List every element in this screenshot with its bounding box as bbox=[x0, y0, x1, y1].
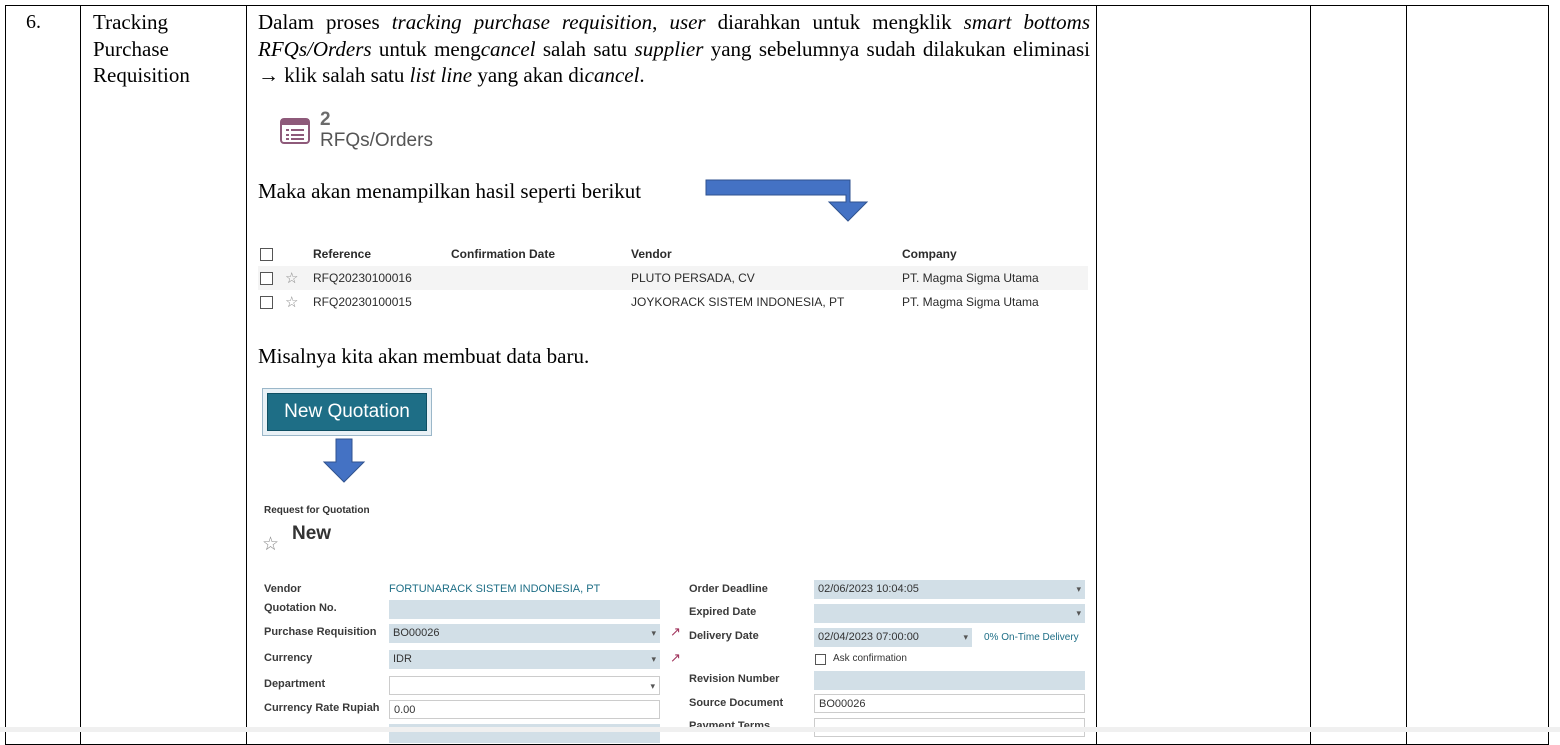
purchase-requisition-select[interactable]: BO00026 ▾ bbox=[389, 624, 660, 643]
vendor-field[interactable]: FORTUNARACK SISTEM INDONESIA, PT bbox=[389, 583, 600, 595]
revision-number-label: Revision Number bbox=[689, 673, 780, 685]
delivery-date-input[interactable]: 02/04/2023 07:00:00 ▾ bbox=[814, 628, 972, 647]
on-time-delivery-link[interactable]: 0% On-Time Delivery bbox=[984, 632, 1079, 643]
delivery-date-label: Delivery Date bbox=[689, 630, 759, 642]
ask-confirmation-checkbox[interactable] bbox=[815, 654, 826, 665]
department-label: Department bbox=[264, 678, 326, 690]
order-deadline-input[interactable]: 02/06/2023 10:04:05 ▾ bbox=[814, 580, 1085, 599]
chevron-down-icon: ▾ bbox=[1076, 584, 1081, 594]
purchase-requisition-label: Purchase Requisition bbox=[264, 626, 377, 638]
chevron-down-icon: ▾ bbox=[651, 654, 656, 664]
department-select[interactable]: ▾ bbox=[389, 676, 660, 695]
source-document-input[interactable]: BO00026 bbox=[814, 694, 1085, 713]
chevron-down-icon: ▾ bbox=[963, 632, 968, 642]
quotation-no-input[interactable] bbox=[389, 600, 660, 619]
chevron-down-icon: ▾ bbox=[651, 628, 656, 638]
quotation-form: Vendor FORTUNARACK SISTEM INDONESIA, PT … bbox=[0, 0, 1560, 743]
expired-date-label: Expired Date bbox=[689, 606, 757, 618]
currency-label: Currency bbox=[264, 652, 313, 664]
revision-number-input[interactable] bbox=[814, 671, 1085, 690]
expired-date-input[interactable]: ▾ bbox=[814, 604, 1085, 623]
ask-confirmation-label: Ask confirmation bbox=[833, 653, 907, 664]
currency-select[interactable]: IDR ▾ bbox=[389, 650, 660, 669]
external-link-icon[interactable]: ↗ bbox=[670, 625, 682, 638]
chevron-down-icon: ▾ bbox=[650, 681, 655, 691]
source-document-label: Source Document bbox=[689, 697, 784, 709]
chevron-down-icon: ▾ bbox=[1076, 608, 1081, 618]
currency-rate-input[interactable]: 0.00 bbox=[389, 700, 660, 719]
external-link-icon[interactable]: ↗ bbox=[670, 651, 682, 664]
quotation-no-label: Quotation No. bbox=[264, 602, 337, 614]
order-deadline-label: Order Deadline bbox=[689, 583, 768, 595]
currency-rate-label: Currency Rate Rupiah bbox=[264, 702, 380, 714]
vendor-label: Vendor bbox=[264, 583, 302, 595]
bottom-scroll-area bbox=[0, 727, 1560, 732]
